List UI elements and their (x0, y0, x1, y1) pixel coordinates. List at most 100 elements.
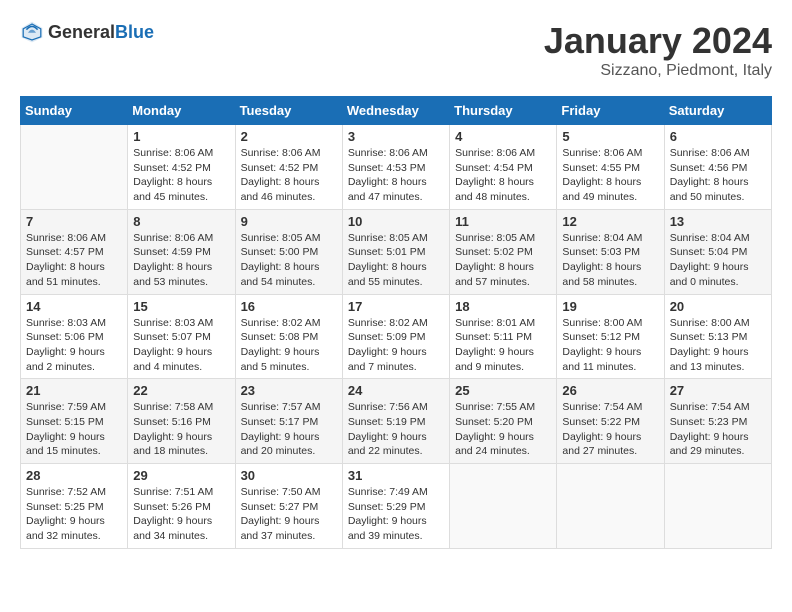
day-number: 20 (670, 299, 766, 314)
calendar-cell: 9 Sunrise: 8:05 AMSunset: 5:00 PMDaylight… (235, 209, 342, 294)
day-number: 24 (348, 383, 444, 398)
day-info: Sunrise: 8:06 AMSunset: 4:54 PMDaylight:… (455, 146, 551, 205)
calendar-cell: 21Sunrise: 7:59 AMSunset: 5:15 PMDayligh… (21, 379, 128, 464)
calendar-cell: 18 Sunrise: 8:01 AMSunset: 5:11 PMDayligh… (450, 294, 557, 379)
day-info: Sunrise: 8:04 AMSunset: 5:04 PMDaylight:… (670, 231, 766, 290)
day-number: 13 (670, 214, 766, 229)
day-number: 4 (455, 129, 551, 144)
week-row-2: 7Sunrise: 8:06 AMSunset: 4:57 PMDaylight… (21, 209, 772, 294)
day-number: 19 (562, 299, 658, 314)
day-info: Sunrise: 8:06 AMSunset: 4:55 PMDaylight:… (562, 146, 658, 205)
calendar-cell: 8Sunrise: 8:06 AMSunset: 4:59 PMDaylight… (128, 209, 235, 294)
day-number: 25 (455, 383, 551, 398)
week-row-5: 28Sunrise: 7:52 AMSunset: 5:25 PMDayligh… (21, 464, 772, 549)
day-number: 11 (455, 214, 551, 229)
day-number: 27 (670, 383, 766, 398)
day-number: 30 (241, 468, 337, 483)
calendar-cell: 25Sunrise: 7:55 AMSunset: 5:20 PMDayligh… (450, 379, 557, 464)
column-header-monday: Monday (128, 97, 235, 125)
day-number: 21 (26, 383, 122, 398)
day-info: Sunrise: 8:05 AMSunset: 5:02 PMDaylight:… (455, 231, 551, 290)
day-number: 28 (26, 468, 122, 483)
column-header-sunday: Sunday (21, 97, 128, 125)
day-info: Sunrise: 7:54 AMSunset: 5:22 PMDaylight:… (562, 400, 658, 459)
day-number: 10 (348, 214, 444, 229)
calendar-cell: 23 Sunrise: 7:57 AMSunset: 5:17 PMDayligh… (235, 379, 342, 464)
calendar-cell: 2 Sunrise: 8:06 AMSunset: 4:52 PMDaylight… (235, 125, 342, 210)
day-number: 6 (670, 129, 766, 144)
day-number: 8 (133, 214, 229, 229)
calendar-cell: 3 Sunrise: 8:06 AMSunset: 4:53 PMDaylight… (342, 125, 449, 210)
column-header-tuesday: Tuesday (235, 97, 342, 125)
calendar-table: SundayMondayTuesdayWednesdayThursdayFrid… (20, 96, 772, 549)
calendar-cell: 13 Sunrise: 8:04 AMSunset: 5:04 PMDayligh… (664, 209, 771, 294)
day-info: Sunrise: 8:04 AMSunset: 5:03 PMDaylight:… (562, 231, 658, 290)
day-info: Sunrise: 8:06 AMSunset: 4:52 PMDaylight:… (133, 146, 229, 205)
day-info: Sunrise: 7:49 AMSunset: 5:29 PMDaylight:… (348, 485, 444, 544)
day-info: Sunrise: 8:03 AMSunset: 5:07 PMDaylight:… (133, 316, 229, 375)
day-info: Sunrise: 8:01 AMSunset: 5:11 PMDaylight:… (455, 316, 551, 375)
calendar-cell: 30 Sunrise: 7:50 AMSunset: 5:27 PMDayligh… (235, 464, 342, 549)
calendar-cell: 26 Sunrise: 7:54 AMSunset: 5:22 PMDayligh… (557, 379, 664, 464)
day-info: Sunrise: 7:54 AMSunset: 5:23 PMDaylight:… (670, 400, 766, 459)
day-number: 7 (26, 214, 122, 229)
day-number: 12 (562, 214, 658, 229)
calendar-body: 1Sunrise: 8:06 AMSunset: 4:52 PMDaylight… (21, 125, 772, 549)
day-info: Sunrise: 8:06 AMSunset: 4:56 PMDaylight:… (670, 146, 766, 205)
calendar-cell: 16Sunrise: 8:02 AMSunset: 5:08 PMDayligh… (235, 294, 342, 379)
day-info: Sunrise: 7:51 AMSunset: 5:26 PMDaylight:… (133, 485, 229, 544)
week-row-4: 21Sunrise: 7:59 AMSunset: 5:15 PMDayligh… (21, 379, 772, 464)
calendar-cell: 19 Sunrise: 8:00 AMSunset: 5:12 PMDayligh… (557, 294, 664, 379)
day-number: 22 (133, 383, 229, 398)
calendar-cell: 20Sunrise: 8:00 AMSunset: 5:13 PMDayligh… (664, 294, 771, 379)
logo-text: GeneralBlue (48, 22, 154, 43)
day-info: Sunrise: 8:00 AMSunset: 5:12 PMDaylight:… (562, 316, 658, 375)
day-number: 31 (348, 468, 444, 483)
calendar-cell: 10 Sunrise: 8:05 AMSunset: 5:01 PMDayligh… (342, 209, 449, 294)
calendar-cell: 11 Sunrise: 8:05 AMSunset: 5:02 PMDayligh… (450, 209, 557, 294)
logo: GeneralBlue (20, 20, 154, 44)
calendar-subtitle: Sizzano, Piedmont, Italy (544, 62, 772, 80)
calendar-cell: 6 Sunrise: 8:06 AMSunset: 4:56 PMDaylight… (664, 125, 771, 210)
column-header-saturday: Saturday (664, 97, 771, 125)
calendar-cell (664, 464, 771, 549)
title-block: January 2024 Sizzano, Piedmont, Italy (544, 20, 772, 80)
week-row-1: 1Sunrise: 8:06 AMSunset: 4:52 PMDaylight… (21, 125, 772, 210)
calendar-cell: 4 Sunrise: 8:06 AMSunset: 4:54 PMDaylight… (450, 125, 557, 210)
day-number: 29 (133, 468, 229, 483)
day-number: 26 (562, 383, 658, 398)
day-number: 3 (348, 129, 444, 144)
day-info: Sunrise: 8:06 AMSunset: 4:52 PMDaylight:… (241, 146, 337, 205)
day-number: 18 (455, 299, 551, 314)
calendar-cell: 24 Sunrise: 7:56 AMSunset: 5:19 PMDayligh… (342, 379, 449, 464)
page-header: GeneralBlue January 2024 Sizzano, Piedmo… (20, 20, 772, 80)
day-info: Sunrise: 8:02 AMSunset: 5:09 PMDaylight:… (348, 316, 444, 375)
day-info: Sunrise: 7:50 AMSunset: 5:27 PMDaylight:… (241, 485, 337, 544)
day-info: Sunrise: 8:05 AMSunset: 5:00 PMDaylight:… (241, 231, 337, 290)
day-info: Sunrise: 8:05 AMSunset: 5:01 PMDaylight:… (348, 231, 444, 290)
logo-icon (20, 20, 44, 44)
calendar-cell (21, 125, 128, 210)
column-header-friday: Friday (557, 97, 664, 125)
calendar-cell: 27 Sunrise: 7:54 AMSunset: 5:23 PMDayligh… (664, 379, 771, 464)
calendar-header: SundayMondayTuesdayWednesdayThursdayFrid… (21, 97, 772, 125)
calendar-cell: 17Sunrise: 8:02 AMSunset: 5:09 PMDayligh… (342, 294, 449, 379)
calendar-cell: 31 Sunrise: 7:49 AMSunset: 5:29 PMDayligh… (342, 464, 449, 549)
calendar-cell: 29 Sunrise: 7:51 AMSunset: 5:26 PMDayligh… (128, 464, 235, 549)
day-info: Sunrise: 8:03 AMSunset: 5:06 PMDaylight:… (26, 316, 122, 375)
calendar-cell (557, 464, 664, 549)
week-row-3: 14Sunrise: 8:03 AMSunset: 5:06 PMDayligh… (21, 294, 772, 379)
day-number: 23 (241, 383, 337, 398)
calendar-cell: 14Sunrise: 8:03 AMSunset: 5:06 PMDayligh… (21, 294, 128, 379)
calendar-cell: 12 Sunrise: 8:04 AMSunset: 5:03 PMDayligh… (557, 209, 664, 294)
calendar-cell: 7Sunrise: 8:06 AMSunset: 4:57 PMDaylight… (21, 209, 128, 294)
day-info: Sunrise: 7:56 AMSunset: 5:19 PMDaylight:… (348, 400, 444, 459)
day-number: 9 (241, 214, 337, 229)
day-info: Sunrise: 8:06 AMSunset: 4:53 PMDaylight:… (348, 146, 444, 205)
calendar-cell: 22Sunrise: 7:58 AMSunset: 5:16 PMDayligh… (128, 379, 235, 464)
day-number: 2 (241, 129, 337, 144)
day-number: 16 (241, 299, 337, 314)
day-number: 5 (562, 129, 658, 144)
calendar-cell: 28Sunrise: 7:52 AMSunset: 5:25 PMDayligh… (21, 464, 128, 549)
day-info: Sunrise: 7:57 AMSunset: 5:17 PMDaylight:… (241, 400, 337, 459)
